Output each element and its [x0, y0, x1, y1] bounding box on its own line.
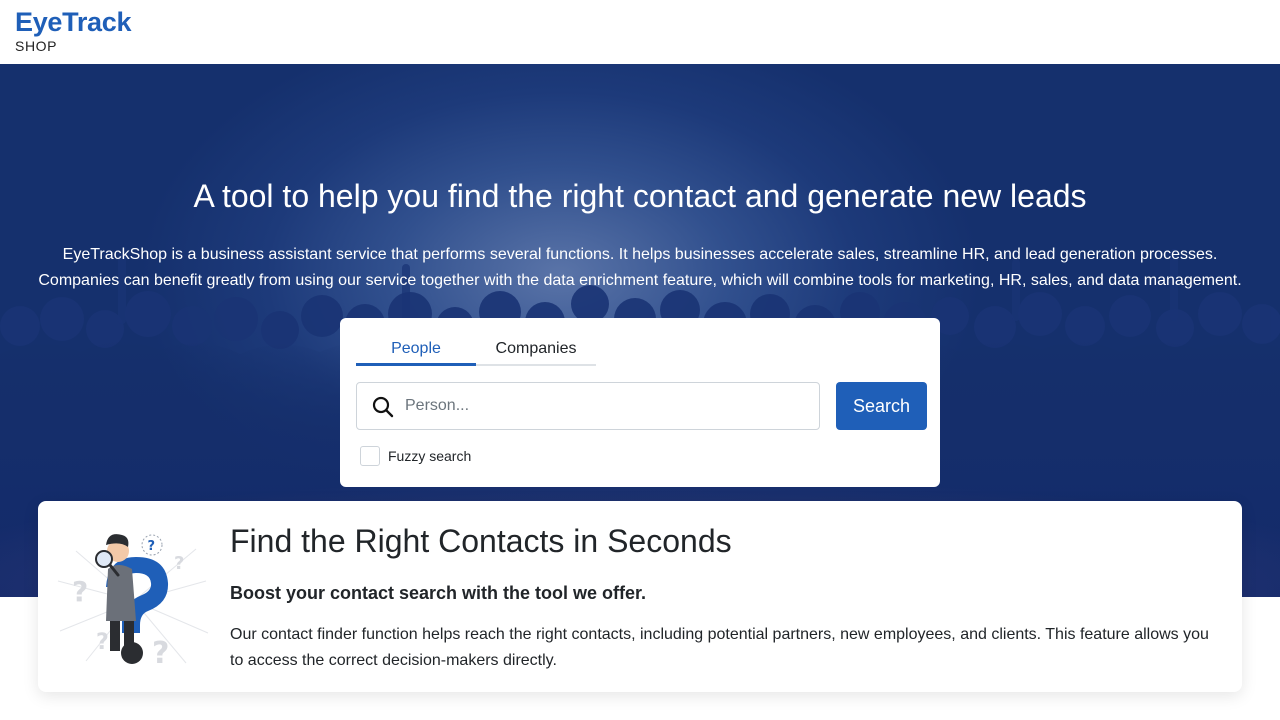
- fuzzy-search-option[interactable]: Fuzzy search: [360, 446, 471, 466]
- search-box: [356, 382, 820, 430]
- hero-description-line-1: EyeTrackShop is a business assistant ser…: [62, 246, 1218, 263]
- logo-main-text: EyeTrack: [15, 7, 132, 37]
- person-with-question-mark-illustration: ? ? ? ? ?: [57, 534, 209, 671]
- feature-card: ? ? ? ? ? Find the Right Contacts in Sec…: [38, 501, 1242, 692]
- svg-text:?: ?: [72, 575, 88, 608]
- svg-text:?: ?: [96, 630, 109, 655]
- search-button[interactable]: Search: [836, 382, 927, 430]
- fuzzy-search-label: Fuzzy search: [388, 448, 472, 464]
- svg-text:?: ?: [174, 553, 184, 574]
- feature-title: Find the Right Contacts in Seconds: [230, 523, 732, 559]
- hero-description: EyeTrackShop is a business assistant ser…: [0, 242, 1280, 294]
- tab-people[interactable]: People: [356, 336, 476, 366]
- svg-text:?: ?: [152, 636, 169, 671]
- hero-description-line-2: Companies can benefit greatly from using…: [38, 272, 1242, 289]
- search-card: People Companies Search Fuzzy search: [340, 318, 940, 487]
- search-input[interactable]: [405, 383, 805, 429]
- feature-subtitle: Boost your contact search with the tool …: [230, 583, 647, 603]
- logo-sub-text: SHOP: [15, 38, 58, 54]
- tab-companies[interactable]: Companies: [476, 336, 596, 366]
- site-header: EyeTrack SHOP: [0, 0, 1280, 64]
- search-icon: [372, 396, 394, 418]
- hero-title: A tool to help you find the right contac…: [193, 178, 1087, 214]
- feature-body: Our contact finder function helps reach …: [230, 626, 1209, 669]
- logo[interactable]: EyeTrack SHOP: [15, 7, 132, 54]
- fuzzy-search-checkbox[interactable]: [360, 446, 380, 466]
- search-tabs: People Companies: [356, 336, 596, 366]
- svg-text:?: ?: [148, 539, 156, 554]
